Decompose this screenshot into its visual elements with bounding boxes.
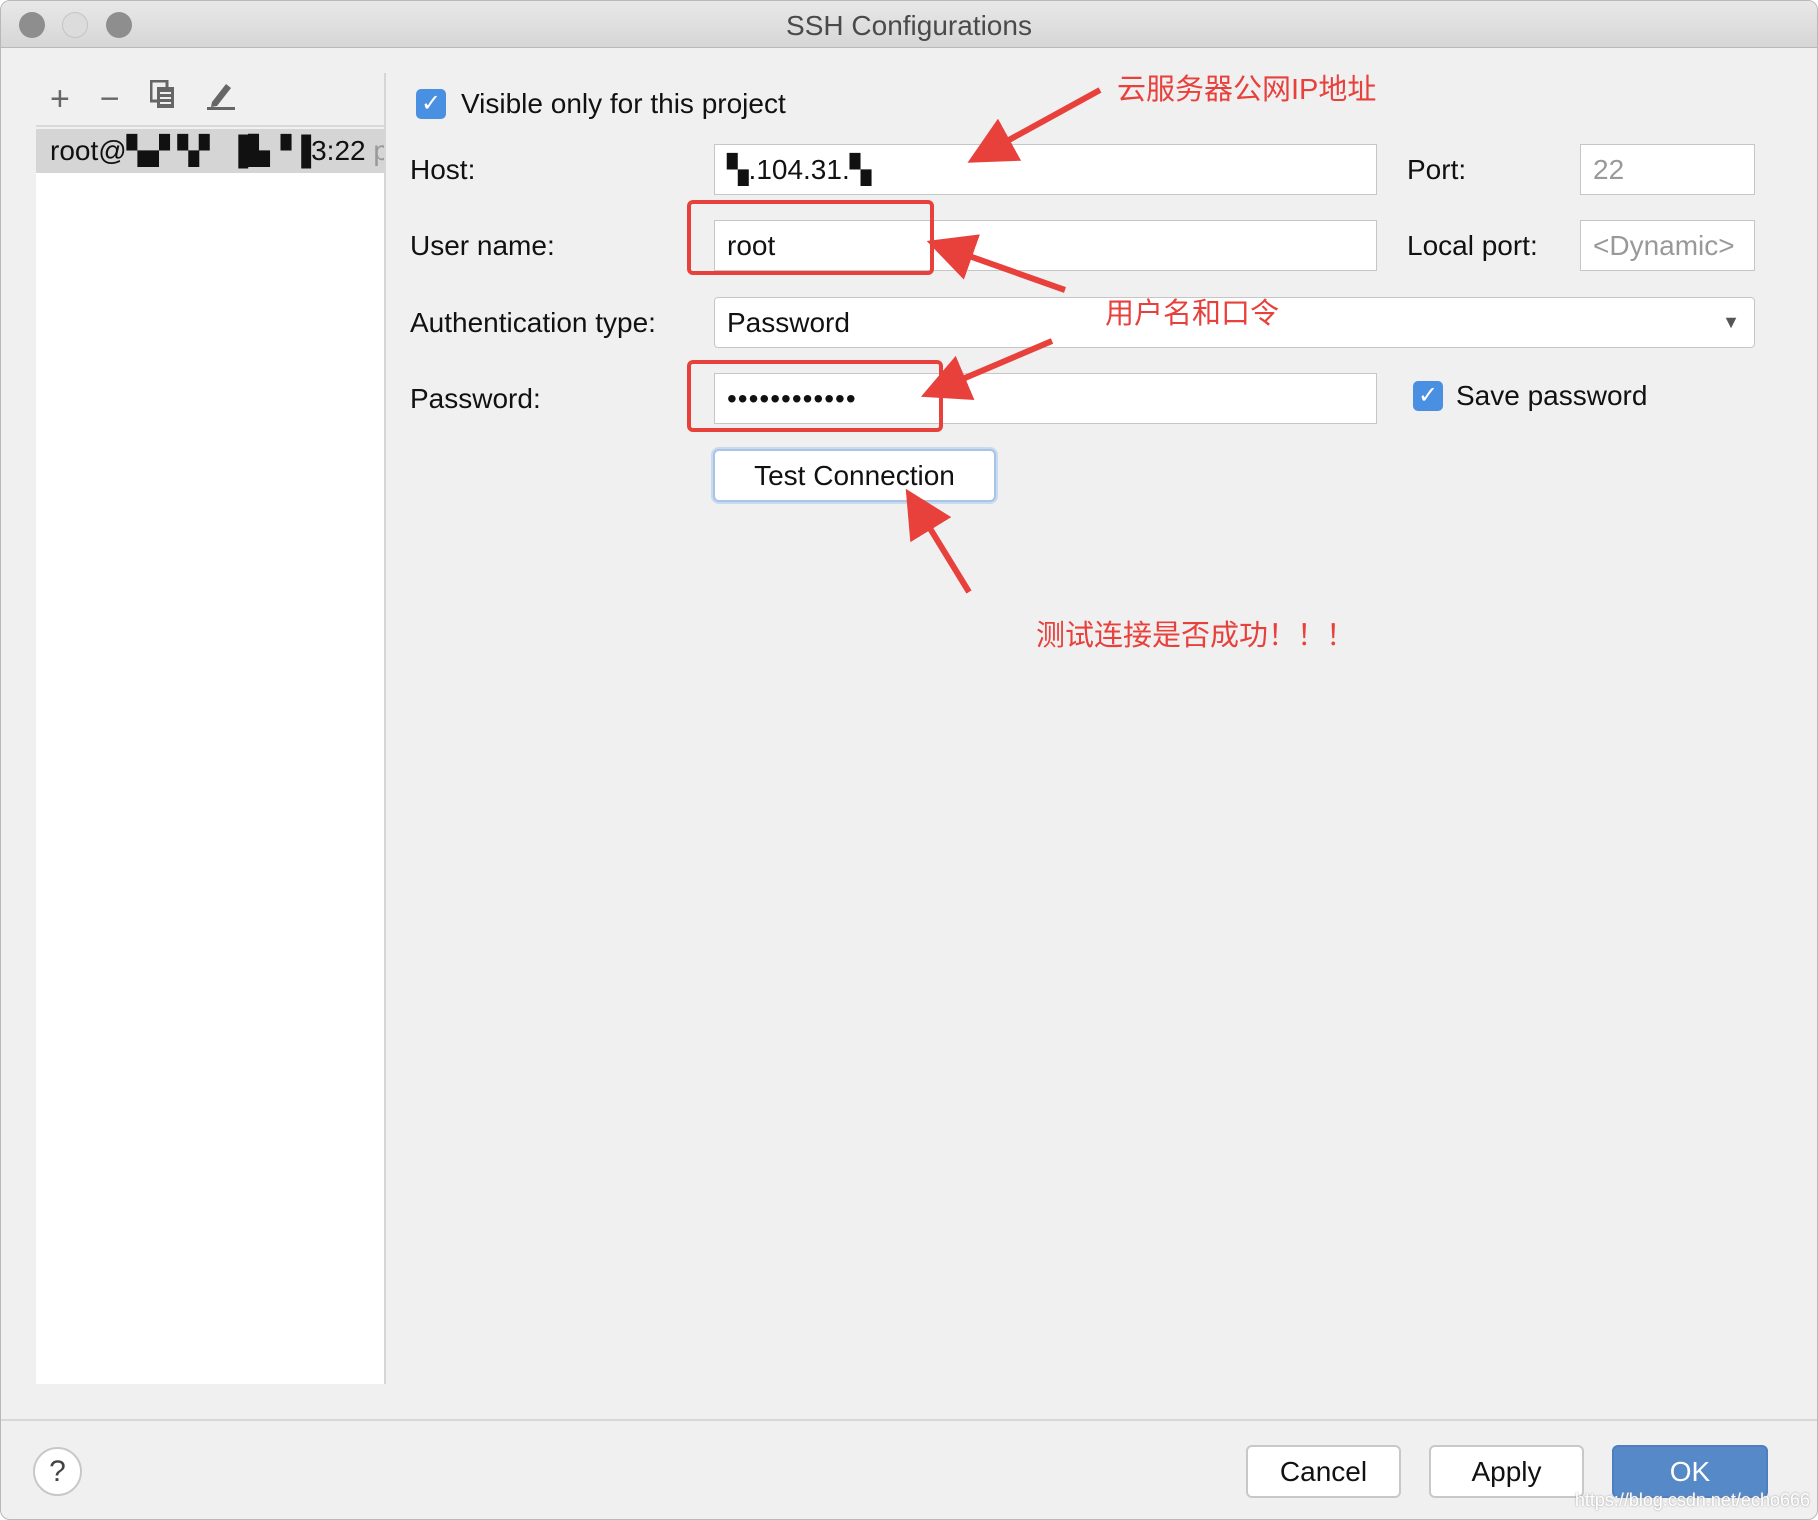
arrow-to-host — [967, 87, 1102, 163]
test-annotation: 测试连接是否成功！！！ — [1036, 620, 1356, 652]
arrow-to-test — [905, 488, 972, 594]
host-annotation: 云服务器公网IP地址 — [1117, 74, 1377, 106]
arrow-to-username — [926, 234, 1067, 293]
credentials-annotation: 用户名和口令 — [1105, 298, 1280, 330]
annotation-arrows — [905, 87, 1102, 594]
arrow-to-password — [920, 338, 1054, 401]
watermark: https://blog.csdn.net/echo666 — [1574, 1490, 1810, 1510]
